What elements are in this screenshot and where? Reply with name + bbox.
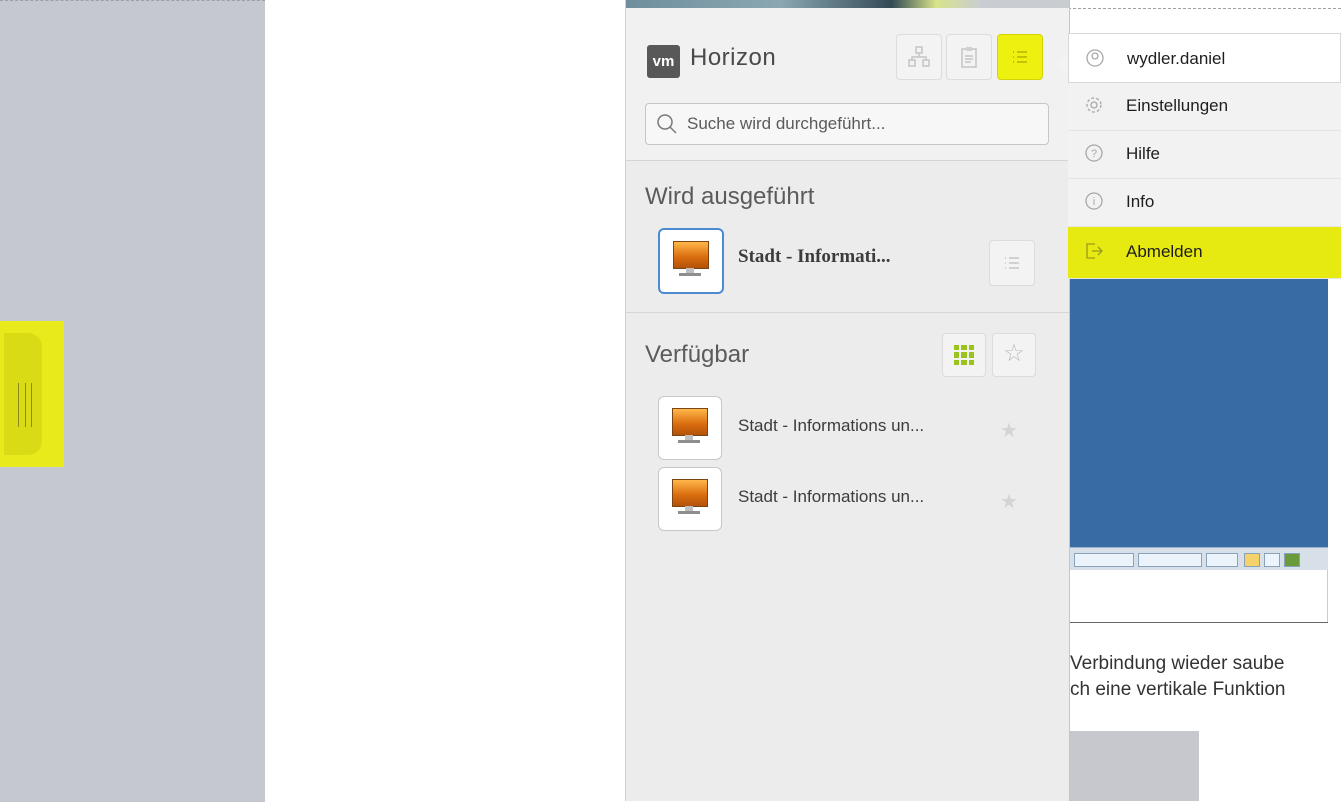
background-text-line: ch eine vertikale Funktion	[1070, 679, 1286, 700]
available-section-title: Verfügbar	[645, 341, 750, 368]
menu-item-info[interactable]: i Info	[1068, 179, 1341, 227]
favorite-star-icon[interactable]: ★	[1000, 489, 1018, 514]
svg-text:?: ?	[1091, 148, 1097, 160]
background-text-line: Verbindung wieder saube	[1070, 653, 1285, 674]
desktop-thumbnail-icon	[658, 396, 722, 460]
menu-item-logout[interactable]: Abmelden	[1068, 227, 1341, 279]
desktop-thumbnail-icon	[658, 228, 724, 294]
background-divider	[1068, 0, 1341, 9]
menu-pointer	[1055, 52, 1068, 76]
desktop-name: Stadt - Informations un...	[738, 487, 925, 506]
desktop-name: Stadt - Informations un...	[738, 416, 925, 435]
clipboard-button[interactable]	[946, 34, 992, 80]
grip-icon	[18, 383, 32, 427]
remote-taskbar	[1068, 547, 1328, 570]
connections-button[interactable]	[896, 34, 942, 80]
logout-icon	[1086, 243, 1103, 259]
star-outline-icon: ☆	[1003, 340, 1025, 367]
user-account-row[interactable]: wydler.daniel	[1068, 33, 1341, 83]
svg-text:i: i	[1093, 196, 1095, 208]
menu-item-label: Hilfe	[1126, 144, 1161, 163]
panel-expand-handle[interactable]	[0, 321, 64, 467]
search-icon	[657, 114, 677, 134]
running-section-title: Wird ausgeführt	[645, 183, 815, 210]
hierarchy-icon	[908, 46, 930, 67]
menu-item-label: Einstellungen	[1126, 96, 1229, 115]
horizon-sidebar: vm Horizon Suche wird durchgeführt... Wi…	[625, 0, 1070, 801]
desktop-thumbnail-icon	[658, 467, 722, 531]
search-placeholder: Suche wird durchgeführt...	[687, 114, 886, 133]
sidebar-header: vm Horizon Suche wird durchgeführt...	[626, 8, 1069, 161]
menu-item-label: Info	[1126, 192, 1155, 211]
menu-list-icon	[1013, 51, 1027, 63]
menu-item-help[interactable]: ? Hilfe	[1068, 131, 1341, 179]
menu-item-label: Abmelden	[1126, 242, 1203, 261]
remote-desktop-preview	[1068, 279, 1328, 547]
section-divider	[626, 312, 1069, 313]
info-icon: i	[1085, 192, 1103, 210]
grid-view-button[interactable]	[942, 333, 986, 377]
top-strip	[626, 0, 1069, 8]
username: wydler.daniel	[1127, 49, 1226, 68]
desktop-options-button[interactable]	[989, 240, 1035, 286]
background-rule	[1068, 622, 1328, 623]
vmware-logo: vm	[647, 45, 680, 78]
favorite-star-icon[interactable]: ★	[1000, 418, 1018, 443]
menu-list-icon	[1005, 257, 1019, 269]
clipboard-icon	[961, 47, 977, 68]
background-panel	[1068, 731, 1199, 801]
menu-item-settings[interactable]: Einstellungen	[1068, 83, 1341, 131]
grid-icon	[954, 345, 974, 365]
panel-handle-tab[interactable]	[4, 333, 42, 455]
main-menu-dropdown: wydler.daniel Einstellungen ? Hilfe i In…	[1055, 33, 1341, 279]
brand-title: Horizon	[690, 44, 777, 71]
collapsed-panel	[0, 0, 265, 802]
desktop-name: Stadt - Informati...	[738, 246, 891, 267]
search-input[interactable]: Suche wird durchgeführt...	[645, 103, 1049, 145]
favorites-button[interactable]: ☆	[992, 333, 1036, 377]
gear-icon	[1086, 97, 1102, 113]
main-menu-button[interactable]	[997, 34, 1043, 80]
help-icon: ?	[1085, 144, 1103, 162]
user-icon	[1086, 49, 1104, 67]
